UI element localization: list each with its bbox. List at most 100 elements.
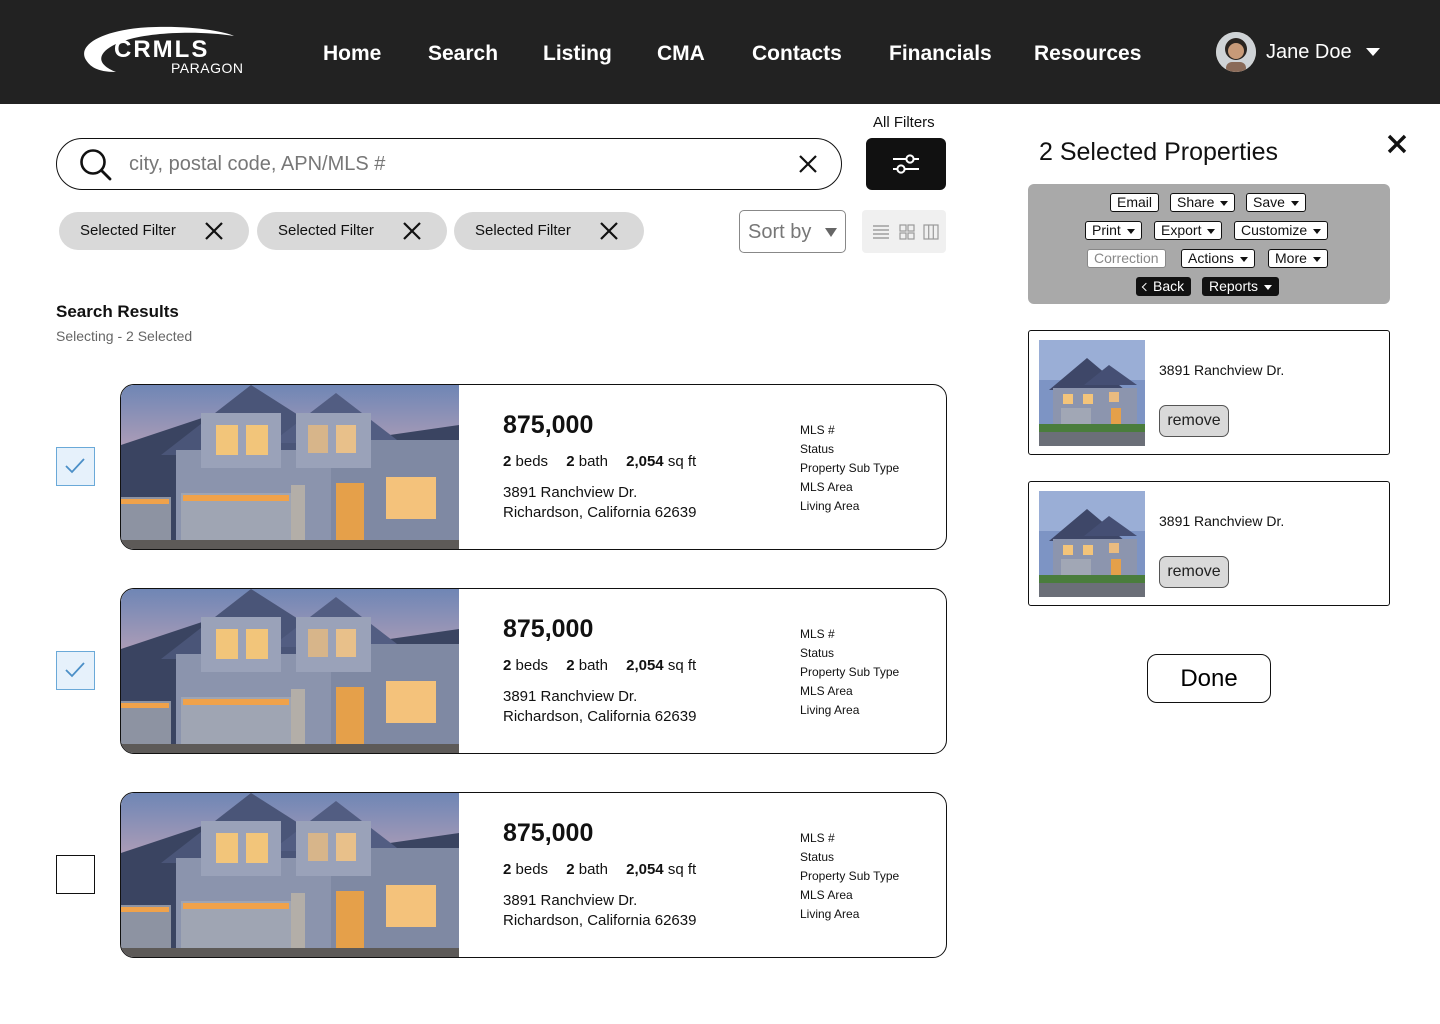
filter-chip-label: Selected Filter [80,222,176,239]
save-label: Save [1253,194,1285,210]
all-filters-button[interactable] [866,138,946,190]
address-line-1: 3891 Ranchview Dr. [503,484,638,501]
sort-dropdown[interactable]: Sort by [739,210,846,253]
listing-specs: 2 beds 2 bath 2,054 sq ft [503,657,696,674]
actions-label: Actions [1188,250,1234,266]
more-label: More [1275,250,1307,266]
nav-financials[interactable]: Financials [889,40,992,68]
address-line-2: Richardson, California 62639 [503,912,697,929]
grid-view-icon[interactable] [897,222,917,242]
correction-label: Correction [1094,250,1159,266]
checkmark-icon [65,458,85,474]
share-label: Share [1177,194,1215,210]
remove-button[interactable]: remove [1159,556,1229,588]
listing-card[interactable]: 875,000 2 beds 2 bath 2,054 sq ft 3891 R… [120,792,947,958]
correction-button[interactable]: Correction [1087,249,1166,268]
meta-status: Status [800,646,835,660]
customize-dropdown[interactable]: Customize [1234,221,1329,240]
listing-checkbox[interactable] [56,651,95,690]
remove-button[interactable]: remove [1159,405,1229,437]
search-bar [56,138,842,190]
nav-home[interactable]: Home [323,40,381,68]
meta-property-sub-type: Property Sub Type [800,461,900,475]
nav-cma[interactable]: CMA [657,40,705,68]
save-dropdown[interactable]: Save [1246,193,1306,212]
sqft-label: sq ft [667,657,697,674]
listing-meta: MLS # Status Property Sub Type MLS Area … [800,829,899,924]
back-button[interactable]: Back [1136,277,1192,296]
checkmark-icon [65,662,85,678]
meta-status: Status [800,442,835,456]
address-line-2: Richardson, California 62639 [503,504,697,521]
beds-label: beds [515,453,549,470]
export-dropdown[interactable]: Export [1154,221,1223,240]
search-input[interactable] [129,147,769,181]
beds-label: beds [515,861,549,878]
user-name: Jane Doe [1266,40,1352,63]
selected-property-address: 3891 Ranchview Dr. [1159,513,1285,529]
beds-value: 2 [503,861,512,878]
listing-specs: 2 beds 2 bath 2,054 sq ft [503,861,696,878]
baths-label: bath [578,861,608,878]
meta-property-sub-type: Property Sub Type [800,665,900,679]
filter-chip[interactable]: Selected Filter [59,212,249,250]
search-icon [80,149,112,181]
meta-mls: MLS # [800,627,835,641]
more-dropdown[interactable]: More [1268,249,1328,268]
listing-specs: 2 beds 2 bath 2,054 sq ft [503,453,696,470]
listing-checkbox[interactable] [56,447,95,486]
selected-property-address: 3891 Ranchview Dr. [1159,362,1285,378]
close-icon[interactable] [1386,133,1408,155]
sqft-label: sq ft [667,453,697,470]
baths-value: 2 [566,657,575,674]
filter-chip[interactable]: Selected Filter [257,212,447,250]
listing-card[interactable]: 875,000 2 beds 2 bath 2,054 sq ft 3891 R… [120,588,947,754]
email-button[interactable]: Email [1110,193,1160,212]
close-icon[interactable] [797,153,819,175]
meta-living-area: Living Area [800,703,860,717]
nav-resources[interactable]: Resources [1034,40,1141,68]
close-icon[interactable] [204,221,224,241]
sqft-value: 2,054 [626,657,664,674]
chevron-down-icon [1312,256,1321,262]
property-photo [121,793,459,958]
beds-value: 2 [503,453,512,470]
crmls-paragon-logo[interactable]: CRMLS PARAGON [76,24,246,80]
top-navigation-bar: CRMLS PARAGON Home Search Listing CMA Co… [0,0,1440,104]
listing-price: 875,000 [503,411,594,439]
back-label: Back [1153,278,1185,294]
nav-listing[interactable]: Listing [543,40,612,68]
baths-label: bath [578,453,608,470]
meta-property-sub-type: Property Sub Type [800,869,900,883]
filter-chip[interactable]: Selected Filter [454,212,644,250]
listing-card[interactable]: 875,000 2 beds 2 bath 2,054 sq ft 3891 R… [120,384,947,550]
meta-mls: MLS # [800,831,835,845]
chevron-down-icon [1313,228,1322,234]
close-icon[interactable] [599,221,619,241]
meta-living-area: Living Area [800,499,860,513]
print-dropdown[interactable]: Print [1085,221,1142,240]
chevron-down-icon [1264,284,1273,290]
close-icon[interactable] [402,221,422,241]
column-view-icon[interactable] [921,222,941,242]
results-title: Search Results [56,302,179,321]
nav-search[interactable]: Search [428,40,498,68]
done-button[interactable]: Done [1147,654,1271,703]
share-dropdown[interactable]: Share [1170,193,1236,212]
chevron-down-icon [1365,48,1380,56]
beds-label: beds [515,657,549,674]
property-thumbnail [1039,340,1145,446]
chevron-down-icon [1290,200,1299,206]
meta-living-area: Living Area [800,907,860,921]
reports-dropdown[interactable]: Reports [1202,277,1280,296]
sort-label: Sort by [748,221,812,243]
list-view-icon[interactable] [871,222,891,242]
listing-price: 875,000 [503,819,594,847]
nav-contacts[interactable]: Contacts [752,40,842,68]
listing-checkbox[interactable] [56,855,95,894]
user-menu[interactable]: Jane Doe [1216,32,1380,72]
customize-label: Customize [1241,222,1308,238]
selected-property-card: 3891 Ranchview Dr. remove [1028,330,1390,455]
actions-dropdown[interactable]: Actions [1181,249,1255,268]
meta-mls: MLS # [800,423,835,437]
